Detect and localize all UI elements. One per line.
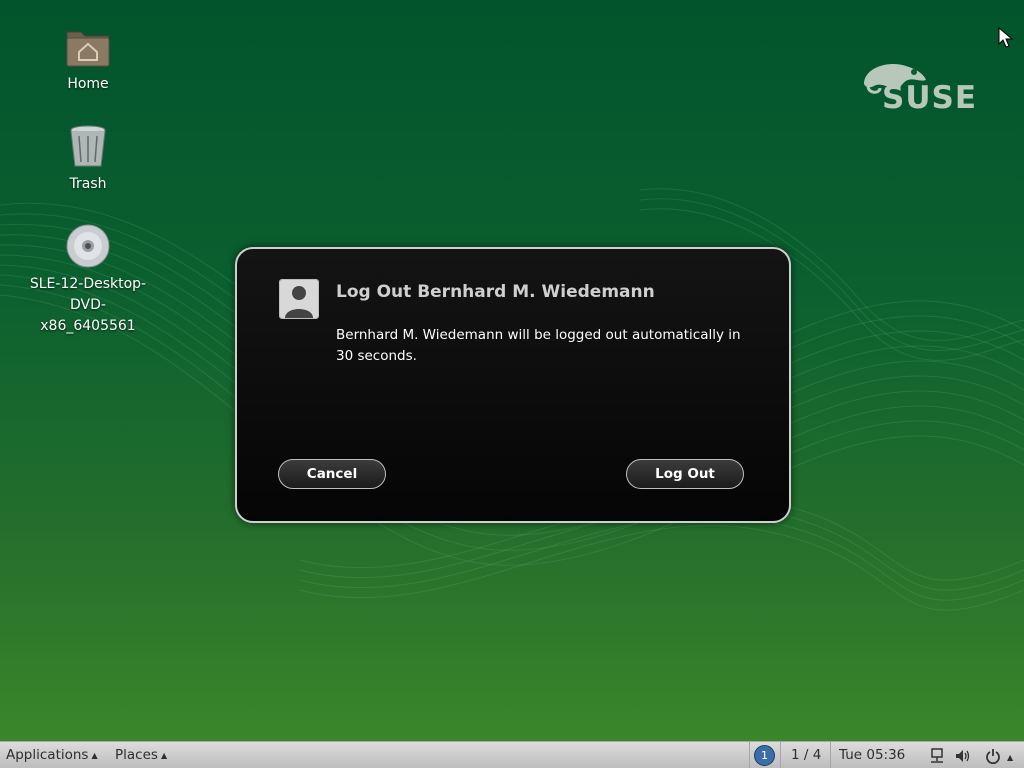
desktop-icon-dvd[interactable]: SLE-12-Desktop-DVD-x86_6405561 (13, 222, 163, 337)
network-icon[interactable] (929, 748, 945, 764)
clock[interactable]: Tue 05:36 (839, 747, 905, 764)
mouse-cursor-icon (998, 27, 1014, 48)
power-icon[interactable] (985, 748, 1001, 764)
suse-logo-text: SUSE (882, 80, 978, 116)
panel-separator (780, 742, 781, 768)
workspace-indicator[interactable]: 1 / 4 (791, 747, 821, 764)
places-menu-label: Places (115, 747, 158, 763)
places-menu[interactable]: Places ▲ (115, 747, 167, 764)
log-out-button[interactable]: Log Out (626, 459, 744, 489)
volume-icon[interactable] (955, 748, 971, 764)
desktop-icon-label: SLE-12-Desktop-DVD-x86_6405561 (29, 276, 147, 334)
dialog-title: Log Out Bernhard M. Wiedemann (336, 282, 655, 302)
menu-arrow-icon: ▲ (160, 751, 168, 760)
trash-icon (64, 122, 112, 170)
cancel-button[interactable]: Cancel (278, 459, 386, 489)
bottom-panel: Applications ▲ Places ▲ 1 1 / 4 Tue 05:36 … (0, 741, 1024, 768)
logout-dialog: Log Out Bernhard M. Wiedemann Bernhard M… (235, 247, 791, 523)
user-avatar-icon (279, 279, 319, 319)
power-menu-arrow-icon[interactable]: ▲ (1007, 749, 1013, 766)
panel-separator (830, 742, 831, 768)
menu-arrow-icon: ▲ (91, 751, 98, 760)
panel-separator (749, 742, 750, 768)
desktop-icon-trash[interactable]: Trash (13, 122, 163, 195)
dialog-message: Bernhard M. Wiedemann will be logged out… (336, 327, 741, 364)
suse-logo: SUSE (858, 58, 980, 118)
applications-menu-label: Applications (6, 747, 89, 763)
desktop-icon-label: Trash (69, 176, 107, 192)
notification-badge[interactable]: 1 (754, 745, 775, 766)
home-folder-icon (64, 22, 112, 70)
dvd-disc-icon (64, 222, 112, 270)
desktop-icon-label: Home (67, 76, 109, 92)
applications-menu[interactable]: Applications ▲ (6, 747, 98, 764)
desktop-icon-home[interactable]: Home (13, 22, 163, 95)
